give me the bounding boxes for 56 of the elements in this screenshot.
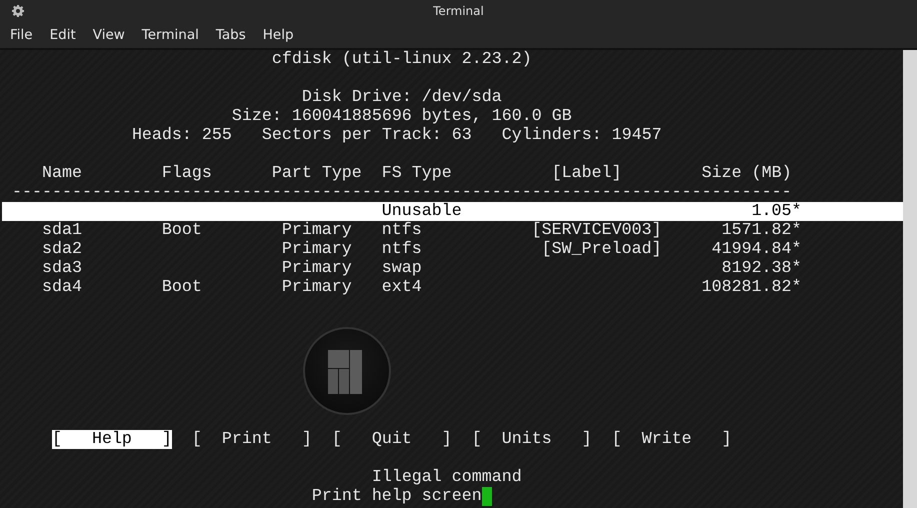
help-text: Print help screen xyxy=(312,487,482,506)
partition-row[interactable]: sda3 Primary swap 8192.38* xyxy=(2,259,903,278)
partition-row[interactable]: sda1 Boot Primary ntfs [SERVICEV003] 1571.82* xyxy=(2,221,903,240)
menu-button[interactable]: [ Help ] xyxy=(52,430,172,449)
menu-item[interactable]: Edit xyxy=(50,27,76,43)
scrollbar[interactable] xyxy=(903,50,917,508)
column-header: FS Type xyxy=(382,164,453,183)
filesystem-type: ntfs xyxy=(382,221,422,240)
separator-line: ------------------------------------------------------------------------------ xyxy=(12,183,792,202)
disk-info: Heads: 255 Sectors per Track: 63 Cylinders: 19457 xyxy=(132,126,662,145)
filesystem-type: ntfs xyxy=(382,240,422,259)
partition-flags: Boot xyxy=(162,278,202,297)
filesystem-type: swap xyxy=(382,259,422,278)
column-header: Name xyxy=(42,164,83,183)
disk-info: Disk Drive: /dev/sda xyxy=(302,88,502,107)
menu-item[interactable]: Terminal xyxy=(142,27,199,43)
column-header: Size (MB) xyxy=(702,164,793,183)
partition-size: 108281.82* xyxy=(702,278,802,297)
menu-button[interactable]: [ Write ] xyxy=(612,430,732,449)
partition-size: 1571.82* xyxy=(722,221,802,240)
column-header: Part Type xyxy=(272,164,363,183)
menu-button[interactable]: [ Print ] xyxy=(192,430,312,449)
disk-info: Size: 160041885696 bytes, 160.0 GB xyxy=(232,107,572,126)
menu-item[interactable]: View xyxy=(92,27,125,43)
menu-item[interactable]: File xyxy=(10,27,33,43)
partition-type: Primary xyxy=(282,259,352,278)
partition-name: sda4 xyxy=(42,278,82,297)
text-cursor xyxy=(482,487,492,506)
partition-type: Primary xyxy=(282,240,352,259)
partition-label: [SERVICEV003] xyxy=(532,221,662,240)
column-header: [Label] xyxy=(552,164,623,183)
logo-icon xyxy=(302,326,392,416)
partition-name: sda3 xyxy=(42,259,82,278)
partition-label: [SW_Preload] xyxy=(542,240,662,259)
partition-row[interactable]: sda2 Primary ntfs [SW_Preload] 41994.84* xyxy=(2,240,903,259)
partition-type: Primary xyxy=(282,278,352,297)
settings-icon[interactable] xyxy=(12,5,24,17)
partition-row[interactable]: sda4 Boot Primary ext4 108281.82* xyxy=(2,278,903,297)
partition-type: Primary xyxy=(282,221,352,240)
menu-button[interactable]: [ Units ] xyxy=(472,430,592,449)
menu-button[interactable]: [ Quit ] xyxy=(332,430,452,449)
partition-size: 1.05* xyxy=(752,202,802,221)
partition-name: sda1 xyxy=(42,221,82,240)
filesystem-type: ext4 xyxy=(382,278,422,297)
menu-item[interactable]: Tabs xyxy=(216,27,246,43)
partition-row[interactable]: Unusable 1.05* xyxy=(2,202,903,221)
column-header: Flags xyxy=(162,164,213,183)
filesystem-type: Unusable xyxy=(382,202,462,221)
partition-size: 41994.84* xyxy=(712,240,802,259)
status-message: Illegal command xyxy=(372,468,522,487)
partition-name: sda2 xyxy=(42,240,82,259)
window-title: Terminal xyxy=(433,4,484,18)
partition-flags: Boot xyxy=(162,221,202,240)
partition-size: 8192.38* xyxy=(722,259,802,278)
menu-item[interactable]: Help xyxy=(262,27,294,43)
program-title: cfdisk (util-linux 2.23.2) xyxy=(272,50,532,69)
